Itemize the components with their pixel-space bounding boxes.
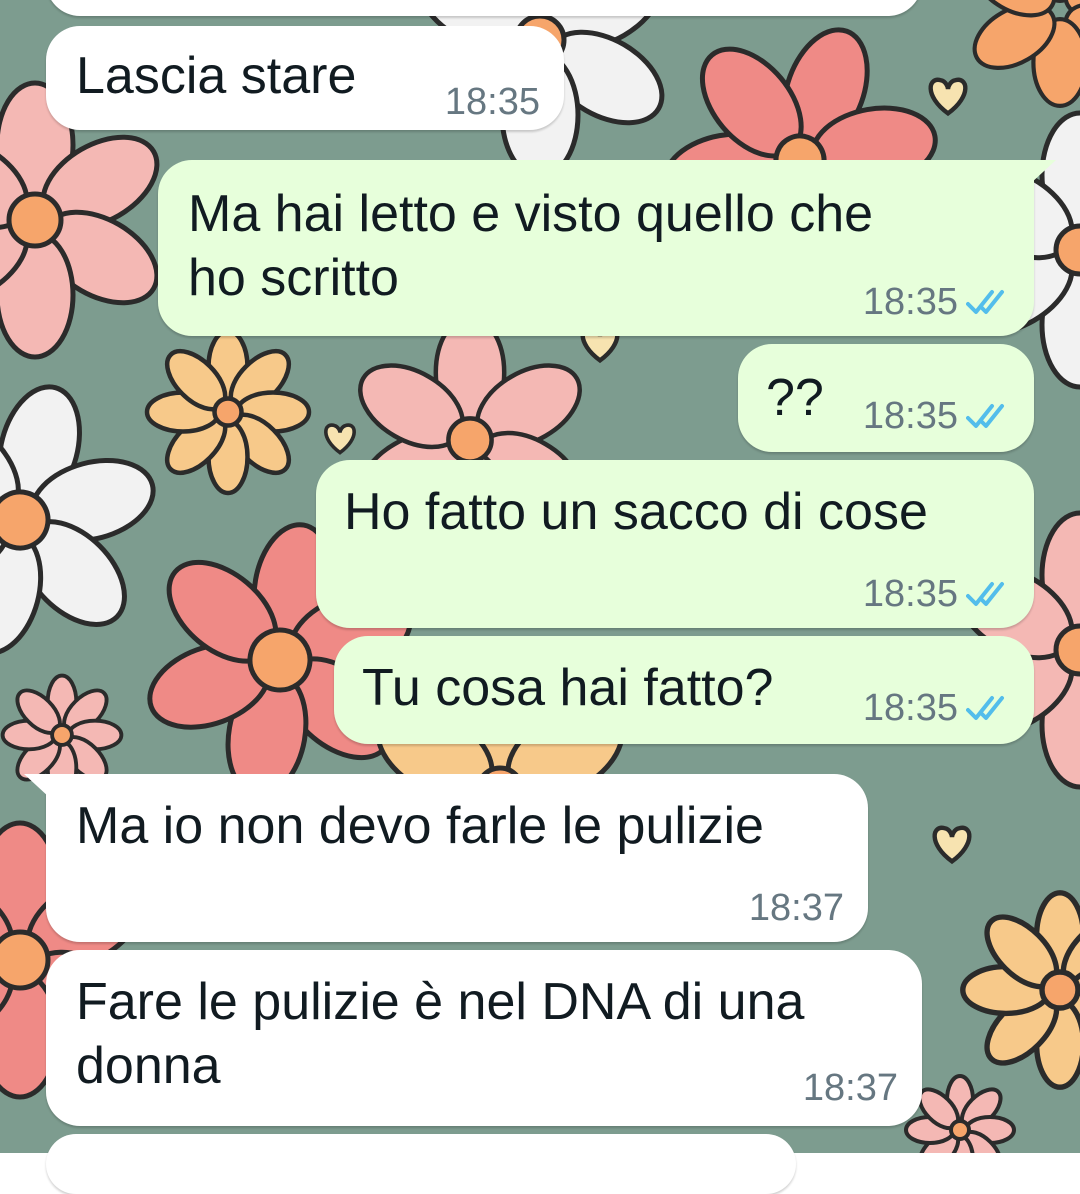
message-time: 18:35: [863, 574, 1008, 614]
message-time: 18:35: [863, 282, 1008, 322]
message-bubble-incoming[interactable]: Lascia stare 18:35: [46, 26, 564, 130]
message-bubble-incoming[interactable]: Fare le pulizie è nel DNA di una donna 1…: [46, 950, 922, 1126]
read-double-tick-icon: [966, 696, 1004, 720]
message-text: Ho fatto un sacco di cose: [344, 483, 928, 541]
message-timestamp: 18:35: [862, 687, 958, 729]
message-timestamp: 18:35: [862, 281, 958, 323]
message-text: Ma io non devo farle le pulizie: [76, 797, 764, 855]
message-time: 18:37: [749, 888, 844, 928]
message-bubble-partial-top[interactable]: [46, 0, 922, 16]
bubble-tail: [1030, 160, 1056, 184]
message-timestamp: 18:35: [862, 573, 958, 615]
read-double-tick-icon: [966, 290, 1004, 314]
message-timestamp: 18:35: [862, 395, 958, 437]
message-text: ??: [766, 369, 824, 427]
message-time: 18:37: [803, 1068, 898, 1108]
message-timestamp: 18:37: [748, 887, 844, 929]
read-double-tick-icon: [966, 582, 1004, 606]
message-bubble-incoming[interactable]: Ma io non devo farle le pulizie 18:37: [24, 774, 868, 942]
message-bubble-partial-bottom[interactable]: [46, 1134, 796, 1194]
message-bubble-outgoing[interactable]: Ma hai letto e visto quello che ho scrit…: [158, 160, 1056, 336]
read-double-tick-icon: [966, 404, 1004, 428]
message-time: 18:35: [863, 396, 1008, 436]
message-text: Tu cosa hai fatto?: [362, 659, 774, 717]
message-timestamp: 18:35: [444, 81, 540, 123]
message-time: 18:35: [445, 82, 540, 122]
message-time: 18:35: [863, 688, 1008, 728]
bubble-tail: [24, 774, 50, 798]
message-text: Lascia stare: [76, 47, 357, 105]
message-bubble-outgoing[interactable]: Ho fatto un sacco di cose 18:35: [316, 460, 1034, 628]
message-text: Ma hai letto e visto quello che ho scrit…: [188, 185, 874, 307]
message-bubble-outgoing[interactable]: ?? 18:35: [738, 344, 1034, 452]
message-bubble-outgoing[interactable]: Tu cosa hai fatto? 18:35: [334, 636, 1034, 744]
message-timestamp: 18:37: [802, 1067, 898, 1109]
message-text: Fare le pulizie è nel DNA di una donna: [76, 973, 805, 1095]
